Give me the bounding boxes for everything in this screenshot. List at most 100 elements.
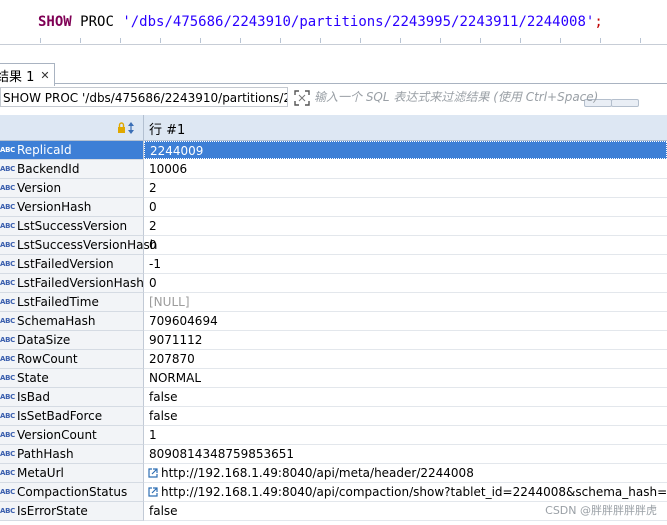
value-cell[interactable]: 2244009 xyxy=(144,141,667,159)
table-row[interactable]: ABC RowCount 207870 xyxy=(0,350,667,369)
row-label-cell[interactable]: ABC RowCount xyxy=(0,350,144,369)
field-name: LstFailedTime xyxy=(17,295,99,309)
value-cell[interactable]: 0 xyxy=(144,198,667,217)
field-name: State xyxy=(17,371,49,385)
text-type-icon: ABC xyxy=(0,222,15,230)
field-value: 2244009 xyxy=(150,144,204,158)
field-value: 8090814348759853651 xyxy=(149,447,295,461)
field-name: IsSetBadForce xyxy=(17,409,103,423)
text-type-icon: ABC xyxy=(0,165,15,173)
value-cell[interactable]: 0 xyxy=(144,236,667,255)
table-row[interactable]: ABC LstFailedVersionHash 0 xyxy=(0,274,667,293)
field-value: 1 xyxy=(149,428,157,442)
table-row[interactable]: ABC LstFailedVersion -1 xyxy=(0,255,667,274)
value-cell[interactable]: 2 xyxy=(144,179,667,198)
row-label-cell[interactable]: ABC LstFailedVersion xyxy=(0,255,144,274)
filter-expression-input[interactable]: 输入一个 SQL 表达式来过滤结果 (使用 Ctrl+Space) xyxy=(314,87,667,109)
row-label-cell[interactable]: ABC State xyxy=(0,369,144,388)
value-cell[interactable]: 709604694 xyxy=(144,312,667,331)
row-label-cell[interactable]: ABC Version xyxy=(0,179,144,198)
field-value: [NULL] xyxy=(149,295,190,309)
value-cell[interactable]: 1 xyxy=(144,426,667,445)
text-type-icon: ABC xyxy=(0,393,15,401)
row-label-cell[interactable]: ABC VersionHash xyxy=(0,198,144,217)
field-value: -1 xyxy=(149,257,161,271)
table-row[interactable]: ABC CompactionStatus http://192.168.1.49:8… xyxy=(0,483,667,502)
row-label-cell[interactable]: ABC IsErrorState xyxy=(0,502,144,521)
field-name: LstSuccessVersionHash xyxy=(17,238,158,252)
sql-editor[interactable]: SHOW PROC '/dbs/475686/2243910/partition… xyxy=(0,0,667,44)
row-label-cell[interactable]: ABC LstSuccessVersion xyxy=(0,217,144,236)
sql-keyword-proc: PROC xyxy=(80,14,114,30)
filter-bar: SHOW PROC '/dbs/475686/2243910/partition… xyxy=(0,87,667,109)
value-cell[interactable]: 9071112 xyxy=(144,331,667,350)
field-name: LstFailedVersionHash xyxy=(17,276,144,290)
row-label-cell[interactable]: ABC LstSuccessVersionHash xyxy=(0,236,157,255)
table-row[interactable]: ABC State NORMAL xyxy=(0,369,667,388)
table-row[interactable]: ABC VersionHash 0 xyxy=(0,198,667,217)
external-link-icon[interactable] xyxy=(148,468,158,478)
table-row[interactable]: ABC Version 2 xyxy=(0,179,667,198)
text-type-icon: ABC xyxy=(0,374,15,382)
table-row[interactable]: ABC VersionCount 1 xyxy=(0,426,667,445)
expand-icon[interactable] xyxy=(293,89,311,107)
row-label-cell[interactable]: ABC BackendId xyxy=(0,160,144,179)
table-row[interactable]: ABC LstSuccessVersionHash 0 xyxy=(0,236,667,255)
tab-results-1[interactable]: 结果 1 ✕ xyxy=(0,63,55,86)
table-row[interactable]: ABC IsSetBadForce false xyxy=(0,407,667,426)
field-value: 207870 xyxy=(149,352,195,366)
watermark: CSDN @胖胖胖胖胖虎 xyxy=(545,504,657,517)
value-cell[interactable]: 207870 xyxy=(144,350,667,369)
lock-sort-icon[interactable] xyxy=(117,121,137,135)
row-label-cell[interactable]: ABC DataSize xyxy=(0,331,144,350)
field-value: 2 xyxy=(149,219,157,233)
field-value: 0 xyxy=(149,200,157,214)
text-type-icon: ABC xyxy=(0,431,15,439)
value-cell[interactable]: 10006 xyxy=(144,160,667,179)
value-cell[interactable]: false xyxy=(144,407,667,426)
column-header-row1[interactable]: 行 #1 xyxy=(144,115,667,141)
field-value: 10006 xyxy=(149,162,188,176)
table-row[interactable]: ABC LstFailedTime [NULL] xyxy=(0,293,667,312)
value-cell[interactable]: 8090814348759853651 xyxy=(144,445,667,464)
close-icon[interactable]: ✕ xyxy=(40,69,49,82)
field-value: 0 xyxy=(149,238,157,252)
row-label-cell[interactable]: ABC PathHash xyxy=(0,445,144,464)
external-link-icon[interactable] xyxy=(148,487,158,497)
row-label-cell[interactable]: ABC LstFailedTime xyxy=(0,293,144,312)
text-type-icon: ABC xyxy=(0,317,15,325)
value-cell[interactable]: [NULL] xyxy=(144,293,667,312)
row-label-cell[interactable]: ABC IsSetBadForce xyxy=(0,407,144,426)
row-label-cell[interactable]: ABC VersionCount xyxy=(0,426,144,445)
value-cell[interactable]: 2 xyxy=(144,217,667,236)
table-row[interactable]: ABC DataSize 9071112 xyxy=(0,331,667,350)
value-cell[interactable]: http://192.168.1.49:8040/api/meta/header… xyxy=(144,464,667,483)
table-row[interactable]: ABC MetaUrl http://192.168.1.49:8040/api/m… xyxy=(0,464,667,483)
grid-corner-header xyxy=(0,115,144,141)
row-label-cell[interactable]: ABC CompactionStatus xyxy=(0,483,144,502)
table-row[interactable]: ABC ReplicaId 2244009 xyxy=(0,141,667,160)
row-label-cell[interactable]: ABC SchemaHash xyxy=(0,312,144,331)
value-cell[interactable]: -1 xyxy=(144,255,667,274)
table-row[interactable]: ABC SchemaHash 709604694 xyxy=(0,312,667,331)
table-row[interactable]: ABC IsBad false xyxy=(0,388,667,407)
value-cell[interactable]: 0 xyxy=(144,274,667,293)
value-cell[interactable]: NORMAL xyxy=(144,369,667,388)
row-label-cell[interactable]: ABC ReplicaId xyxy=(0,141,144,160)
sql-path-string: '/dbs/475686/2243910/partitions/2243995/… xyxy=(122,14,595,30)
value-cell[interactable]: false xyxy=(144,388,667,407)
field-name: IsErrorState xyxy=(17,504,88,518)
table-row[interactable]: ABC PathHash 8090814348759853651 xyxy=(0,445,667,464)
text-type-icon: ABC xyxy=(0,298,15,306)
query-text-field[interactable]: SHOW PROC '/dbs/475686/2243910/partition… xyxy=(0,87,288,107)
row-label-cell[interactable]: ABC LstFailedVersionHash xyxy=(0,274,144,293)
table-row[interactable]: ABC LstSuccessVersion 2 xyxy=(0,217,667,236)
field-value: 9071112 xyxy=(149,333,203,347)
table-row[interactable]: ABC BackendId 10006 xyxy=(0,160,667,179)
row-label-cell[interactable]: ABC MetaUrl xyxy=(0,464,144,483)
row-label-cell[interactable]: ABC IsBad xyxy=(0,388,144,407)
results-tabstrip: 结果 1 ✕ xyxy=(0,44,667,107)
sql-statement[interactable]: SHOW PROC '/dbs/475686/2243910/partition… xyxy=(38,14,603,30)
sql-terminator: ; xyxy=(594,14,603,30)
value-cell[interactable]: http://192.168.1.49:8040/api/compaction/… xyxy=(144,483,667,502)
